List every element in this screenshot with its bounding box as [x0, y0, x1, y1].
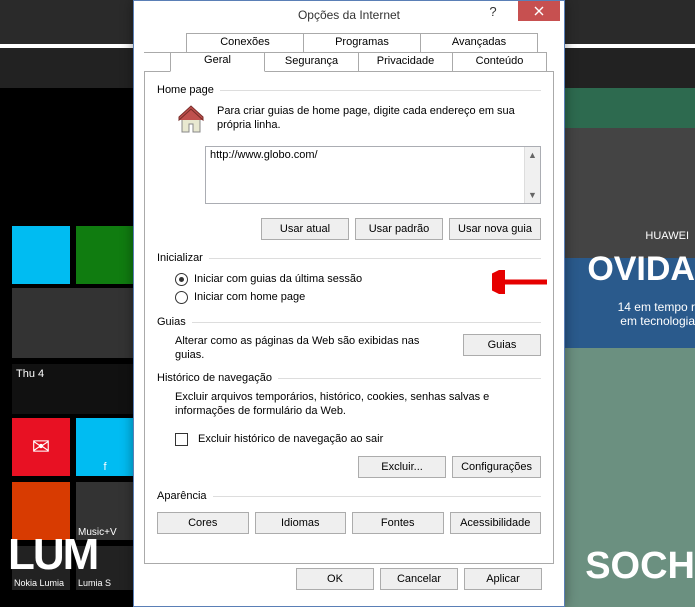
tab-geral[interactable]: Geral	[170, 52, 265, 72]
tile-date: Thu 4	[16, 368, 44, 380]
bg-huawei: HUAWEI	[645, 230, 689, 242]
window-title: Opções da Internet	[298, 8, 400, 22]
scroll-down-icon[interactable]: ▼	[525, 187, 540, 203]
history-settings-button[interactable]: Configurações	[452, 456, 541, 478]
delete-history-button[interactable]: Excluir...	[358, 456, 446, 478]
languages-button[interactable]: Idiomas	[255, 512, 347, 534]
delete-on-exit-checkbox[interactable]: Excluir histórico de navegação ao sair	[175, 430, 541, 448]
tab-programas[interactable]: Programas	[303, 33, 421, 53]
internet-options-dialog: Opções da Internet ? Conexões Programas …	[133, 0, 565, 607]
group-history-label: Histórico de navegação	[157, 372, 272, 384]
tabs-desc: Alterar como as páginas da Web são exibi…	[175, 334, 463, 362]
close-button[interactable]	[518, 1, 560, 21]
tab-row-primary: Geral Segurança Privacidade Conteúdo	[144, 52, 554, 72]
delete-on-exit-label: Excluir histórico de navegação ao sair	[198, 433, 383, 445]
group-appearance-label: Aparência	[157, 490, 207, 502]
tab-row-secondary: Conexões Programas Avançadas	[144, 33, 554, 53]
radio-last-session[interactable]: Iniciar com guias da última sessão	[175, 270, 541, 288]
use-current-button[interactable]: Usar atual	[261, 218, 349, 240]
help-button[interactable]: ?	[472, 1, 514, 21]
home-icon	[175, 104, 207, 136]
dialog-footer: OK Cancelar Aplicar	[144, 564, 554, 600]
bg-ovida: OVIDA	[587, 250, 695, 289]
scroll-up-icon[interactable]: ▲	[525, 147, 540, 163]
bg-headline-lum: LUM	[8, 530, 97, 580]
scrollbar[interactable]: ▲ ▼	[524, 147, 540, 203]
close-icon	[534, 6, 544, 16]
fonts-button[interactable]: Fontes	[352, 512, 444, 534]
homepage-hint: Para criar guias de home page, digite ca…	[217, 104, 541, 136]
radio-last-session-label: Iniciar com guias da última sessão	[194, 273, 362, 285]
radio-home-page-label: Iniciar com home page	[194, 291, 305, 303]
use-default-button[interactable]: Usar padrão	[355, 218, 443, 240]
use-new-tab-button[interactable]: Usar nova guia	[449, 218, 541, 240]
bg-tempo: 14 em tempo rem tecnologia	[618, 300, 695, 328]
tab-conexoes[interactable]: Conexões	[186, 33, 304, 53]
checkbox-icon	[175, 433, 188, 446]
group-homepage-label: Home page	[157, 84, 214, 96]
tab-privacidade[interactable]: Privacidade	[358, 52, 453, 72]
history-desc: Excluir arquivos temporários, histórico,…	[157, 390, 541, 418]
cancel-button[interactable]: Cancelar	[380, 568, 458, 590]
tab-seguranca[interactable]: Segurança	[264, 52, 359, 72]
radio-icon	[175, 273, 188, 286]
titlebar[interactable]: Opções da Internet ?	[134, 1, 564, 29]
bg-right-image	[565, 88, 695, 607]
tabs-settings-button[interactable]: Guias	[463, 334, 541, 356]
colors-button[interactable]: Cores	[157, 512, 249, 534]
radio-home-page[interactable]: Iniciar com home page	[175, 288, 541, 306]
group-tabs-label: Guias	[157, 316, 186, 328]
radio-icon	[175, 291, 188, 304]
tab-panel-geral: Home page Para criar guias de home page,…	[144, 72, 554, 564]
apply-button[interactable]: Aplicar	[464, 568, 542, 590]
accessibility-button[interactable]: Acessibilidade	[450, 512, 542, 534]
bg-soch: SOCH	[585, 545, 695, 588]
tab-conteudo[interactable]: Conteúdo	[452, 52, 547, 72]
ok-button[interactable]: OK	[296, 568, 374, 590]
homepage-url-input[interactable]	[206, 147, 524, 203]
homepage-url-box: ▲ ▼	[205, 146, 541, 204]
group-startup-label: Inicializar	[157, 252, 203, 264]
tab-avancadas[interactable]: Avançadas	[420, 33, 538, 53]
